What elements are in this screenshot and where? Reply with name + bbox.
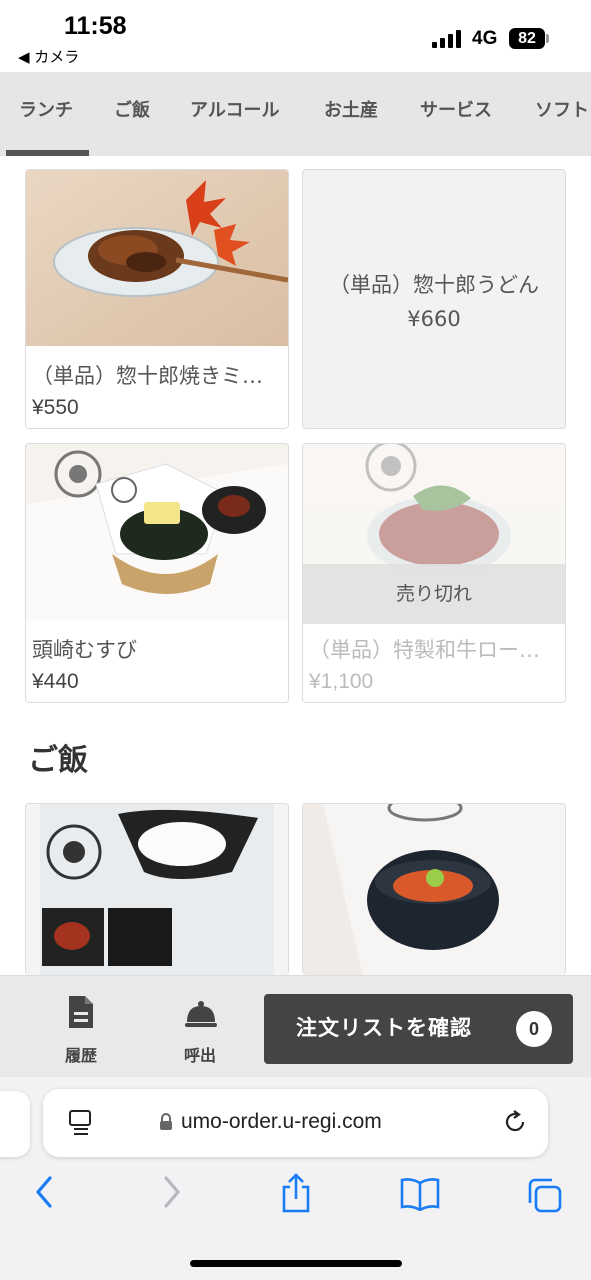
home-indicator	[190, 1260, 402, 1267]
document-icon	[69, 996, 93, 1028]
url-text: umo-order.u-regi.com	[181, 1110, 382, 1133]
product-price: ¥440	[32, 670, 79, 693]
product-price: ¥1,100	[309, 670, 374, 693]
bookmarks-icon[interactable]	[400, 1177, 440, 1211]
product-card[interactable]	[25, 803, 289, 975]
page: 11:58 ◀ カメラ 4G 82 ランチ ご飯 アルコール お土産 サービス …	[0, 0, 591, 1280]
product-price: ¥550	[32, 396, 79, 419]
tab-service[interactable]: サービス	[420, 72, 492, 156]
cart-count-badge: 0	[516, 1011, 552, 1047]
reader-icon[interactable]	[67, 1109, 93, 1137]
product-card-sold-out: 売り切れ （単品）特製和牛ロー… ¥1,100	[302, 443, 566, 703]
reload-icon[interactable]	[501, 1108, 529, 1136]
previous-tab-preview[interactable]	[0, 1091, 30, 1157]
confirm-label: 注文リストを確認	[296, 1016, 472, 1040]
product-text: （単品）惣十郎うどん ¥660	[303, 268, 565, 336]
lock-icon	[160, 1113, 172, 1130]
browser-toolbar: umo-order.u-regi.com	[0, 1077, 591, 1280]
product-card[interactable]: 頭崎むすび ¥440	[25, 443, 289, 703]
product-image	[26, 170, 288, 346]
tab-alcohol[interactable]: アルコール	[190, 72, 279, 156]
product-name: （単品）惣十郎焼きミ…	[32, 364, 263, 388]
product-image	[303, 804, 565, 975]
address-bar[interactable]: umo-order.u-regi.com	[43, 1089, 548, 1157]
tab-gohan[interactable]: ご飯	[114, 72, 150, 156]
back-icon[interactable]	[30, 1175, 58, 1209]
product-card[interactable]	[302, 803, 566, 975]
history-button[interactable]: 履歴	[41, 976, 121, 1078]
tabs-icon[interactable]	[526, 1177, 564, 1213]
status-time: 11:58	[64, 12, 127, 40]
tab-omiyage[interactable]: お土産	[324, 72, 378, 156]
order-bar: 履歴 呼出 注文リストを確認 0	[0, 975, 591, 1077]
product-name: （単品）惣十郎うどん	[329, 273, 539, 297]
product-image	[26, 444, 288, 620]
section-title-gohan: ご飯	[28, 743, 88, 778]
history-label: 履歴	[64, 1046, 97, 1065]
share-icon[interactable]	[280, 1173, 312, 1213]
tab-soft[interactable]: ソフト	[535, 72, 589, 156]
product-name: （単品）特製和牛ロー…	[309, 638, 540, 662]
category-tabs: ランチ ご飯 アルコール お土産 サービス ソフト	[0, 72, 591, 156]
cellular-signal-icon	[432, 30, 464, 48]
back-to-app-link[interactable]: ◀ カメラ	[18, 46, 79, 67]
tab-lunch[interactable]: ランチ	[19, 72, 73, 156]
product-image	[26, 804, 288, 975]
network-type: 4G	[472, 28, 498, 49]
bell-icon	[185, 1001, 217, 1027]
product-card[interactable]: （単品）惣十郎うどん ¥660	[302, 169, 566, 429]
status-bar: 11:58 ◀ カメラ 4G 82	[0, 0, 591, 72]
confirm-order-list-button[interactable]: 注文リストを確認 0	[264, 994, 573, 1064]
product-name: 頭崎むすび	[32, 638, 137, 662]
battery-icon: 82	[509, 28, 545, 49]
product-price: ¥660	[407, 307, 461, 331]
call-staff-button[interactable]: 呼出	[160, 976, 240, 1078]
call-label: 呼出	[183, 1046, 216, 1065]
battery-tip	[546, 34, 549, 43]
sold-out-badge: 売り切れ	[303, 564, 565, 624]
forward-icon[interactable]	[158, 1175, 186, 1209]
product-card[interactable]: （単品）惣十郎焼きミ… ¥550	[25, 169, 289, 429]
active-tab-indicator	[6, 150, 89, 156]
